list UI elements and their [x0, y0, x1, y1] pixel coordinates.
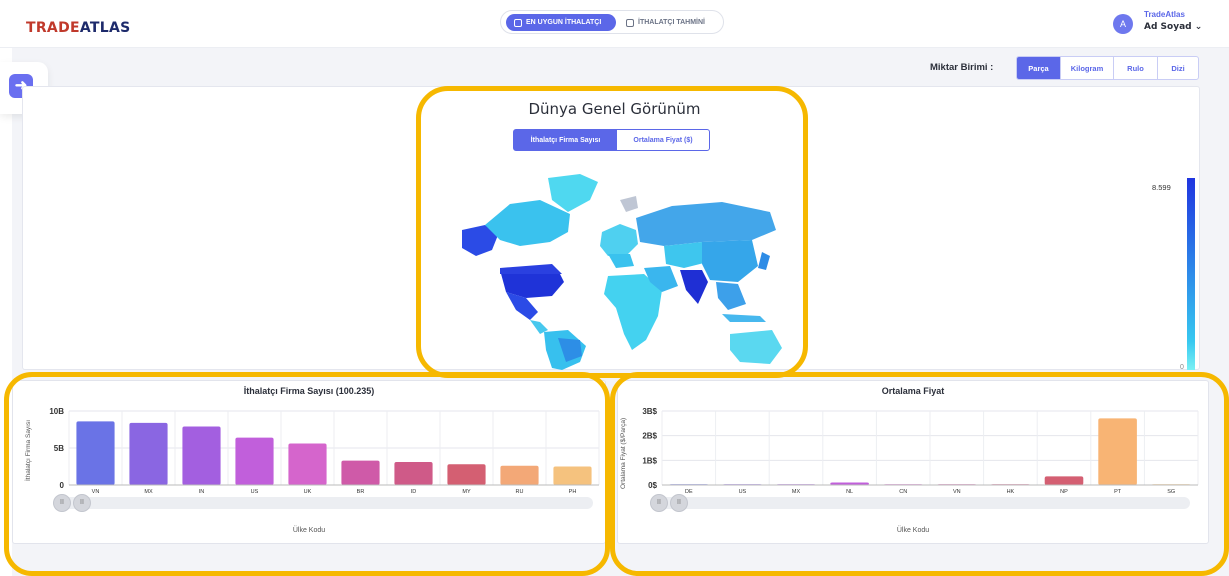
highlight-left-chart	[4, 372, 610, 576]
highlight-right-chart	[610, 372, 1229, 576]
user-name-dropdown[interactable]: Ad Soyad ⌄	[1144, 22, 1202, 32]
unit-selector-label: Miktar Birimi :	[930, 62, 994, 73]
logo-text-trade: TRADE	[26, 20, 80, 36]
legend-max-label: 8.599	[1152, 183, 1171, 192]
unit-option-kilogram[interactable]: Kilogram	[1061, 57, 1114, 79]
avatar: A	[1113, 14, 1133, 34]
mode-best-importer-label: EN UYGUN İTHALATÇI	[526, 19, 602, 26]
mode-best-importer-button[interactable]: EN UYGUN İTHALATÇI	[506, 14, 616, 31]
unit-option-parca[interactable]: Parça	[1017, 57, 1061, 79]
top-bar: TRADEATLAS EN UYGUN İTHALATÇI İTHALATÇI …	[0, 0, 1229, 48]
legend-min-label: 0	[1180, 364, 1184, 371]
forecast-icon	[626, 18, 634, 27]
highlight-map	[416, 86, 808, 378]
map-color-legend	[1187, 178, 1195, 370]
mode-switch: EN UYGUN İTHALATÇI İTHALATÇI TAHMİNİ	[500, 10, 724, 34]
unit-options: Parça Kilogram Rulo Dizi	[1016, 56, 1199, 80]
tradeatlas-logo[interactable]: TRADEATLAS	[26, 20, 131, 36]
user-company: TradeAtlas	[1144, 10, 1185, 19]
mode-importer-forecast-label: İTHALATÇI TAHMİNİ	[638, 19, 706, 26]
unit-option-rulo[interactable]: Rulo	[1114, 57, 1158, 79]
mode-importer-forecast-button[interactable]: İTHALATÇI TAHMİNİ	[626, 14, 705, 31]
logo-text-atlas: ATLAS	[79, 20, 131, 36]
unit-option-dizi[interactable]: Dizi	[1158, 57, 1198, 79]
chart-icon	[514, 18, 522, 27]
